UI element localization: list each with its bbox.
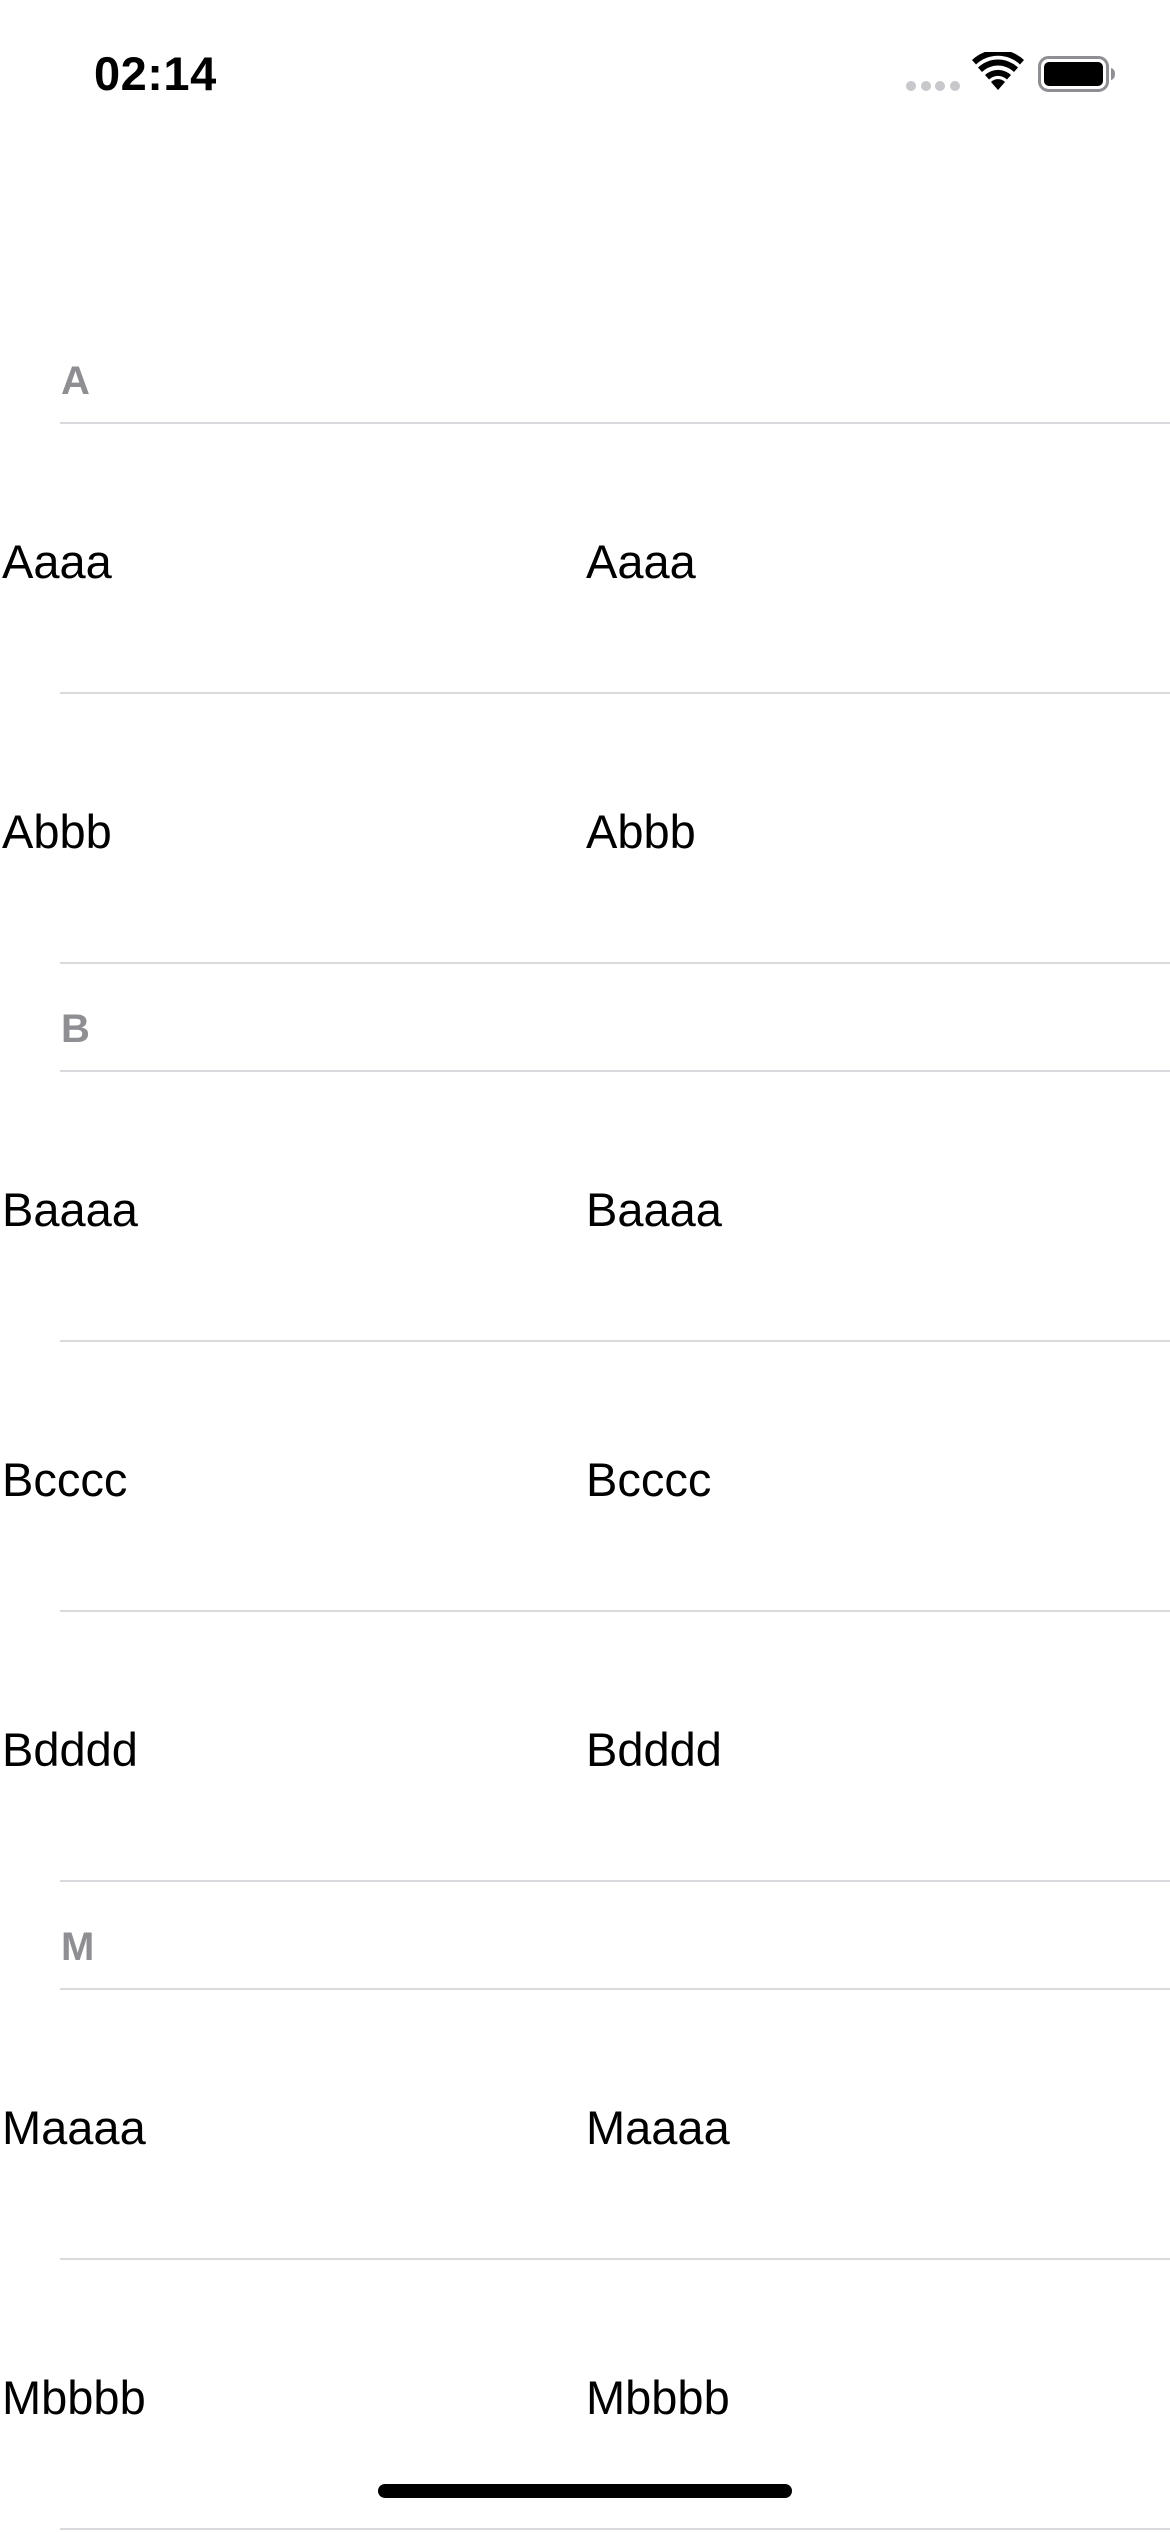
section-header: A [0, 316, 1170, 422]
row-right-label: Abbb [586, 805, 696, 858]
section-header: M [0, 1882, 1170, 1988]
row-left-label: Maaaa [2, 2101, 146, 2154]
row-left-label: Bdddd [2, 1723, 138, 1776]
battery-icon [1038, 56, 1115, 92]
row-left-label: Mbbbb [2, 2371, 146, 2424]
section-header: B [0, 964, 1170, 1070]
list-row[interactable]: Maaaa Maaaa [0, 1990, 1170, 2258]
wifi-icon [972, 52, 1024, 90]
section-header-letter: M [61, 1925, 95, 1969]
list-row[interactable]: Baaaa Baaaa [0, 1072, 1170, 1340]
section-header-letter: B [61, 1007, 90, 1051]
row-right-label: Bdddd [586, 1723, 722, 1776]
row-right-label: Maaaa [586, 2101, 730, 2154]
row-right-label: Baaaa [586, 1183, 722, 1236]
status-time: 02:14 [94, 47, 217, 100]
list-row[interactable]: Abbb Abbb [0, 694, 1170, 962]
row-left-label: Abbb [2, 805, 112, 858]
list-row[interactable]: Bdddd Bdddd [0, 1612, 1170, 1880]
list-row[interactable]: Bcccc Bcccc [0, 1342, 1170, 1610]
separator [60, 2528, 1170, 2530]
row-left-label: Baaaa [2, 1183, 138, 1236]
cellular-signal-icon [906, 80, 960, 92]
contact-list[interactable]: A Aaaa Aaaa Abbb Abbb B Baaaa Baaaa Bcccc Bcccc Bd… [0, 316, 1170, 2530]
screen: 02:14 A Aaaa Aaaa Abbb Abbb B Baaaa Baaaa Bcccc B… [0, 0, 1170, 2532]
section-header-letter: A [61, 359, 90, 403]
row-right-label: Mbbbb [586, 2371, 730, 2424]
row-left-label: Aaaa [2, 535, 112, 588]
list-row[interactable]: Aaaa Aaaa [0, 424, 1170, 692]
row-left-label: Bcccc [2, 1453, 128, 1506]
row-right-label: Bcccc [586, 1453, 712, 1506]
status-bar: 02:14 [0, 0, 1170, 150]
home-indicator[interactable] [378, 2484, 792, 2498]
row-right-label: Aaaa [586, 535, 696, 588]
